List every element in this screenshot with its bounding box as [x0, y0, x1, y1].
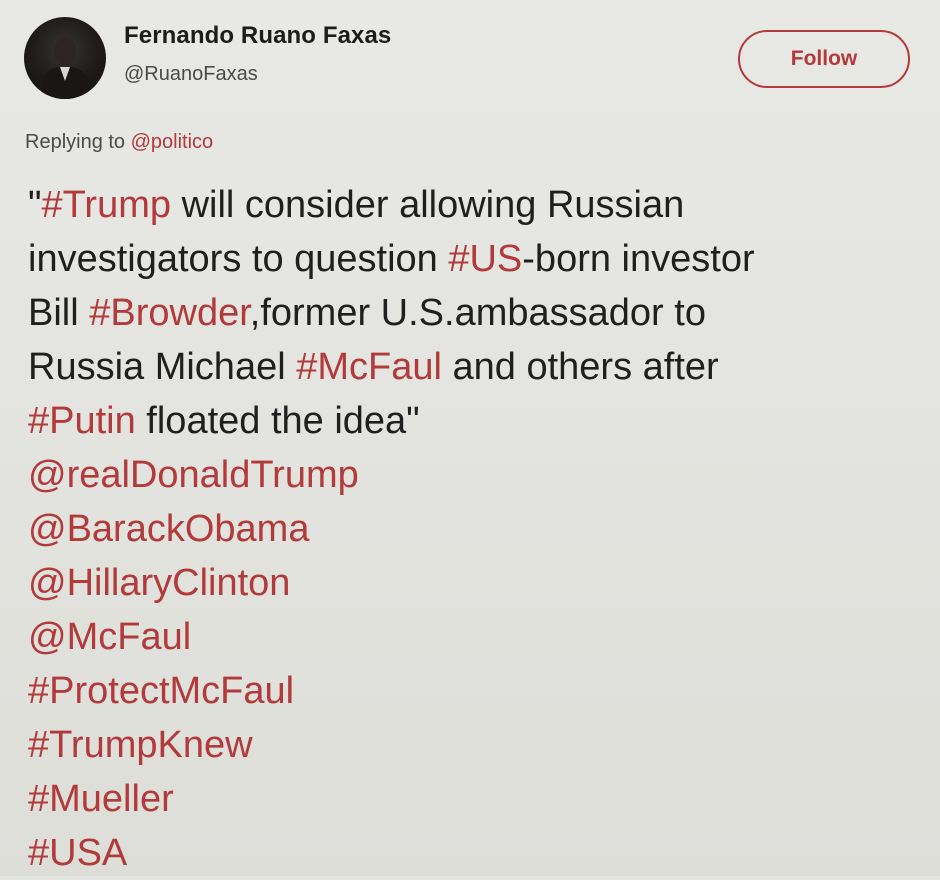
tweet-line: #USA: [28, 826, 933, 880]
hashtag-link[interactable]: #ProtectMcFaul: [28, 670, 294, 712]
tweet-text-segment: will consider allowing Russian: [171, 184, 685, 226]
tweet-line: #TrumpKnew: [28, 718, 933, 772]
tweet-line: @HillaryClinton: [28, 556, 933, 610]
tweet-text-segment: ,former U.S.ambassador to: [249, 292, 706, 334]
tweet-line: Russia Michael #McFaul and others after: [28, 340, 933, 394]
tweet-text-segment: Russia Michael: [28, 346, 297, 388]
mention-link[interactable]: @realDonaldTrump: [28, 454, 359, 496]
author-display-name[interactable]: Fernando Ruano Faxas: [124, 22, 391, 50]
mention-link[interactable]: @HillaryClinton: [28, 562, 290, 604]
tweet-line: #Mueller: [28, 772, 933, 826]
tweet-text-segment: and others after: [441, 346, 719, 388]
tweet-card: Fernando Ruano Faxas @RuanoFaxas Follow …: [0, 0, 940, 876]
hashtag-link[interactable]: #Mueller: [28, 778, 174, 820]
tweet-line: investigators to question #US-born inves…: [28, 232, 933, 286]
tweet-text-segment: ": [28, 184, 42, 226]
hashtag-link[interactable]: #USA: [28, 832, 127, 874]
tweet-text-segment: floated the idea": [135, 400, 420, 442]
tweet-text-segment: Bill: [28, 292, 90, 334]
replying-to-handle-link[interactable]: @politico: [131, 131, 214, 153]
tweet-line: "#Trump will consider allowing Russian: [28, 178, 933, 232]
tweet-line: #ProtectMcFaul: [28, 664, 933, 718]
avatar-head-shape: [54, 37, 76, 65]
replying-to-line: Replying to @politico: [25, 131, 213, 154]
author-handle[interactable]: @RuanoFaxas: [124, 63, 258, 86]
hashtag-link[interactable]: #Trump: [42, 184, 172, 226]
hashtag-link[interactable]: #McFaul: [296, 346, 442, 388]
replying-to-label: Replying to: [25, 131, 131, 153]
tweet-line: Bill #Browder,former U.S.ambassador to: [28, 286, 933, 340]
follow-button[interactable]: Follow: [738, 30, 910, 88]
tweet-line: @BarackObama: [28, 502, 933, 556]
user-avatar[interactable]: [24, 17, 106, 99]
tweet-line: #Putin floated the idea": [28, 394, 933, 448]
tweet-text: "#Trump will consider allowing Russian in…: [28, 178, 933, 880]
mention-link[interactable]: @BarackObama: [28, 508, 309, 550]
hashtag-link[interactable]: #Putin: [28, 400, 136, 442]
mention-link[interactable]: @McFaul: [28, 616, 191, 658]
hashtag-link[interactable]: #TrumpKnew: [28, 724, 253, 766]
tweet-text-segment: investigators to question: [28, 238, 449, 280]
hashtag-link[interactable]: #Browder: [89, 292, 250, 334]
tweet-text-segment: -born investor: [522, 238, 755, 280]
hashtag-link[interactable]: #US: [448, 238, 522, 280]
tweet-line: @realDonaldTrump: [28, 448, 933, 502]
tweet-line: @McFaul: [28, 610, 933, 664]
